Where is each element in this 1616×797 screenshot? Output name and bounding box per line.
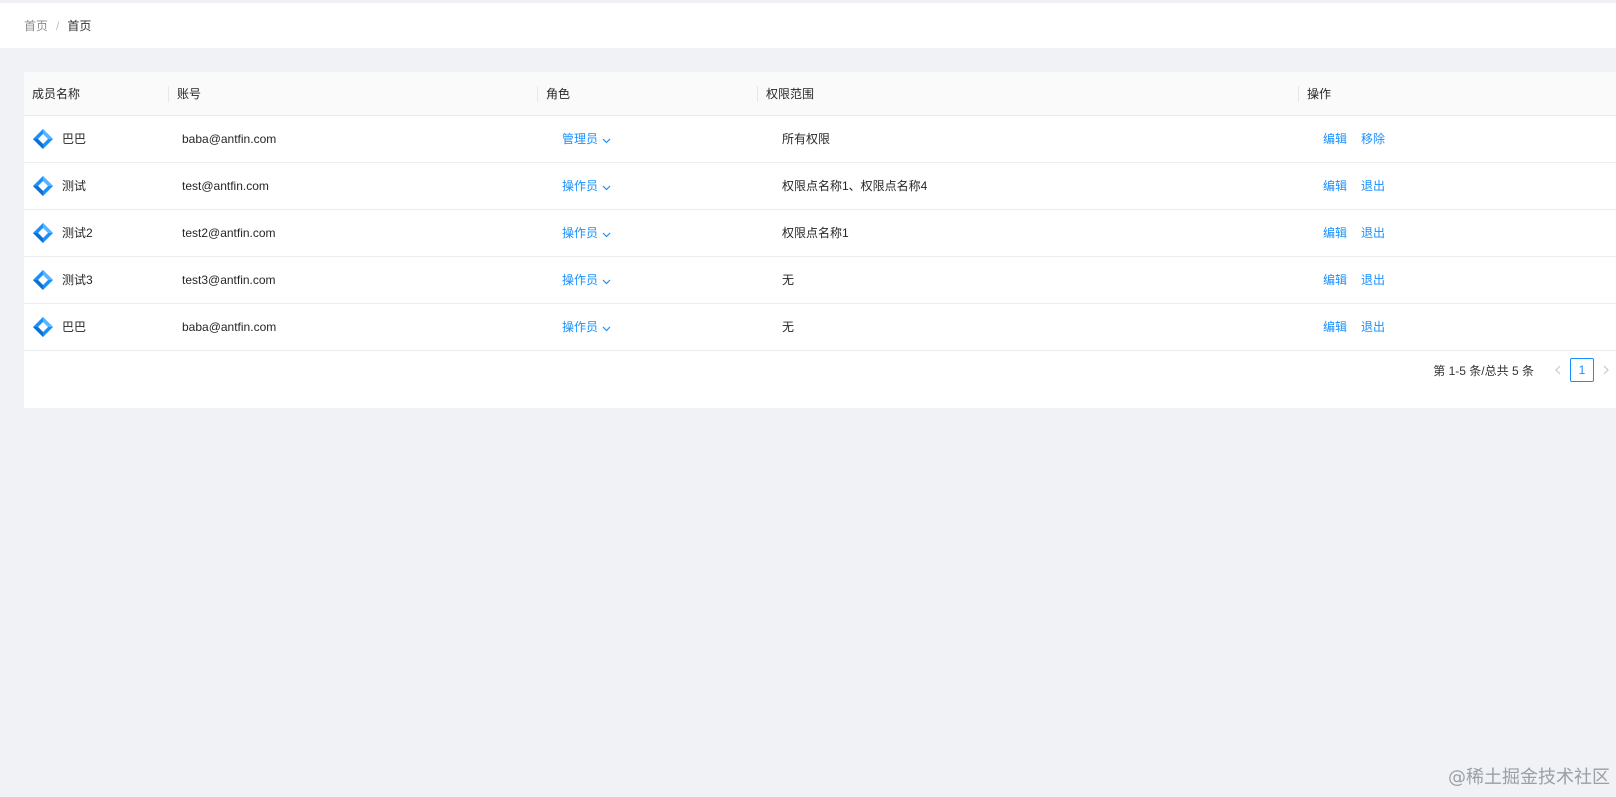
breadcrumb-item-home[interactable]: 首页 bbox=[24, 17, 48, 34]
permission-scope: 权限点名称1 bbox=[782, 226, 849, 240]
table-row: 巴巴 baba@antfin.com 管理员 所有权限 编辑 移除 bbox=[24, 116, 1616, 163]
row-actions: 编辑 移除 bbox=[1323, 116, 1385, 162]
member-account: test2@antfin.com bbox=[182, 226, 276, 240]
chevron-down-icon bbox=[602, 305, 611, 351]
column-header-scope: 权限范围 bbox=[766, 87, 815, 101]
member-account: baba@antfin.com bbox=[182, 132, 277, 146]
member-account: test3@antfin.com bbox=[182, 273, 276, 287]
edit-link[interactable]: 编辑 bbox=[1323, 226, 1347, 240]
breadcrumb-item-current: 首页 bbox=[67, 19, 92, 33]
edit-link[interactable]: 编辑 bbox=[1323, 132, 1347, 146]
column-divider bbox=[168, 86, 169, 102]
role-label: 操作员 bbox=[562, 320, 599, 334]
permission-scope: 权限点名称1、权限点名称4 bbox=[782, 179, 928, 193]
edit-link[interactable]: 编辑 bbox=[1323, 273, 1347, 287]
permission-scope: 所有权限 bbox=[782, 132, 831, 146]
exit-link[interactable]: 退出 bbox=[1361, 179, 1385, 193]
chevron-down-icon bbox=[602, 117, 611, 163]
role-label: 管理员 bbox=[562, 132, 599, 146]
edit-link[interactable]: 编辑 bbox=[1323, 320, 1347, 334]
exit-link[interactable]: 退出 bbox=[1361, 273, 1385, 287]
row-actions: 编辑 退出 bbox=[1323, 163, 1385, 209]
table-row: 测试2 test2@antfin.com 操作员 权限点名称1 编辑 退出 bbox=[24, 210, 1616, 257]
role-dropdown[interactable]: 操作员 bbox=[562, 210, 611, 256]
column-header-role: 角色 bbox=[546, 87, 571, 101]
exit-link[interactable]: 退出 bbox=[1361, 320, 1385, 334]
row-actions: 编辑 退出 bbox=[1323, 257, 1385, 303]
column-divider bbox=[537, 86, 538, 102]
breadcrumb-separator: / bbox=[56, 18, 60, 33]
member-account: test@antfin.com bbox=[182, 179, 269, 193]
column-divider bbox=[757, 86, 758, 102]
diamond-logo-icon bbox=[32, 222, 54, 244]
member-name-cell: 测试2 bbox=[32, 210, 93, 256]
column-header-actions: 操作 bbox=[1307, 87, 1332, 101]
member-name: 测试2 bbox=[62, 226, 93, 240]
member-name: 测试 bbox=[62, 179, 87, 193]
member-name: 巴巴 bbox=[62, 320, 87, 334]
chevron-right-icon[interactable] bbox=[1596, 358, 1616, 382]
member-name-cell: 测试 bbox=[32, 163, 86, 209]
diamond-logo-icon bbox=[32, 128, 54, 150]
pagination: 第 1-5 条/总共 5 条 1 bbox=[1433, 358, 1616, 382]
member-name: 巴巴 bbox=[62, 132, 87, 146]
member-name-cell: 巴巴 bbox=[32, 304, 86, 350]
diamond-logo-icon bbox=[32, 316, 54, 338]
role-label: 操作员 bbox=[562, 179, 599, 193]
role-dropdown[interactable]: 操作员 bbox=[562, 257, 611, 303]
member-account: baba@antfin.com bbox=[182, 320, 277, 334]
breadcrumb: 首页 / 首页 bbox=[0, 3, 1616, 48]
role-dropdown[interactable]: 操作员 bbox=[562, 304, 611, 350]
diamond-logo-icon bbox=[32, 175, 54, 197]
table-row: 巴巴 baba@antfin.com 操作员 无 编辑 退出 bbox=[24, 304, 1616, 351]
chevron-down-icon bbox=[602, 164, 611, 210]
table-row: 测试 test@antfin.com 操作员 权限点名称1、权限点名称4 编辑退… bbox=[24, 163, 1616, 210]
role-dropdown[interactable]: 操作员 bbox=[562, 163, 611, 209]
column-header-account: 账号 bbox=[177, 87, 202, 101]
page-button-current[interactable]: 1 bbox=[1570, 358, 1594, 382]
role-label: 操作员 bbox=[562, 273, 599, 287]
column-header-name: 成员名称 bbox=[32, 87, 81, 101]
chevron-down-icon bbox=[602, 211, 611, 257]
pagination-total: 第 1-5 条/总共 5 条 bbox=[1433, 363, 1534, 378]
diamond-logo-icon bbox=[32, 269, 54, 291]
exit-link[interactable]: 退出 bbox=[1361, 226, 1385, 240]
member-name-cell: 巴巴 bbox=[32, 116, 86, 162]
role-dropdown[interactable]: 管理员 bbox=[562, 116, 611, 162]
table-header: 成员名称 账号 角色 权限范围 操作 bbox=[24, 72, 1616, 116]
permission-scope: 无 bbox=[782, 320, 795, 334]
chevron-down-icon bbox=[602, 258, 611, 304]
table-row: 测试3 test3@antfin.com 操作员 无 编辑 退出 bbox=[24, 257, 1616, 304]
role-label: 操作员 bbox=[562, 226, 599, 240]
edit-link[interactable]: 编辑 bbox=[1323, 179, 1347, 193]
member-name-cell: 测试3 bbox=[32, 257, 93, 303]
column-divider bbox=[1298, 86, 1299, 102]
row-actions: 编辑 退出 bbox=[1323, 304, 1385, 350]
row-actions: 编辑 退出 bbox=[1323, 210, 1385, 256]
watermark: @稀土掘金技术社区 bbox=[1448, 767, 1610, 788]
members-table-card: 成员名称 账号 角色 权限范围 操作 巴巴 baba@antfin.com 管理… bbox=[24, 72, 1616, 408]
permission-scope: 无 bbox=[782, 273, 795, 287]
chevron-left-icon[interactable] bbox=[1548, 358, 1568, 382]
table-body: 巴巴 baba@antfin.com 管理员 所有权限 编辑 移除 测试 test… bbox=[24, 116, 1616, 351]
member-name: 测试3 bbox=[62, 273, 93, 287]
remove-link[interactable]: 移除 bbox=[1361, 132, 1385, 146]
